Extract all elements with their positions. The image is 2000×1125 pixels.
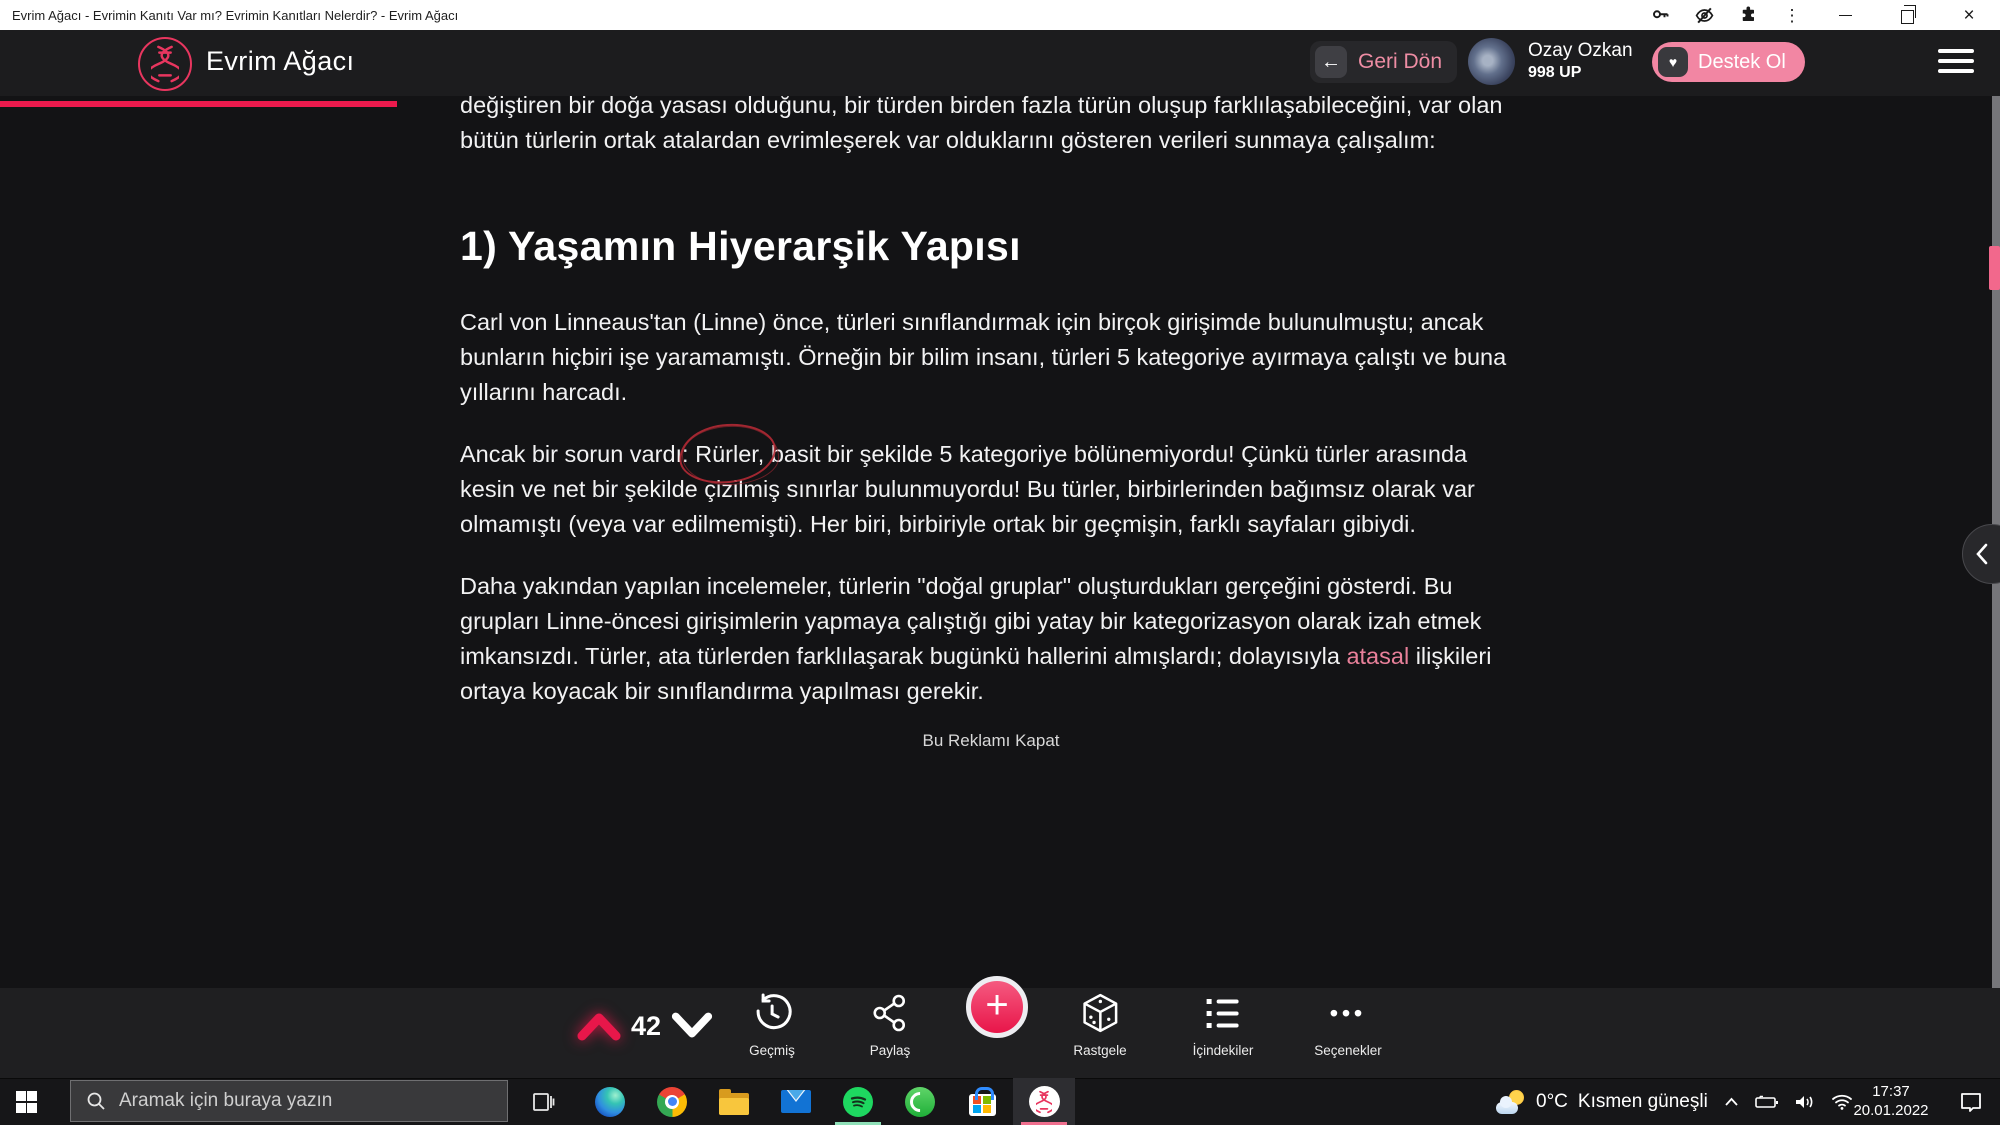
edge-icon: [595, 1087, 625, 1117]
section-heading: 1) Yaşamın Hiyerarşik Yapısı: [460, 222, 1522, 270]
article-body: değiştiren bir doğa yasası olduğunu, bir…: [460, 88, 1522, 758]
browser-menu-kebab-icon[interactable]: ⋮: [1770, 0, 1814, 30]
taskbar-clock[interactable]: 17:37 20.01.2022: [1845, 1082, 1937, 1120]
microsoft-store-icon: [969, 1094, 996, 1116]
file-explorer-icon: [719, 1093, 749, 1115]
eye-off-icon[interactable]: [1682, 0, 1726, 30]
paragraph-text: Ancak bir sorun vardı:: [460, 441, 695, 467]
tool-label: Geçmiş: [749, 1043, 795, 1058]
restore-icon: [1901, 10, 1914, 24]
battery-charging-icon[interactable]: [1754, 1095, 1779, 1109]
clock-time: 17:37: [1845, 1082, 1937, 1101]
task-view-button[interactable]: [518, 1078, 568, 1125]
hand-heart-icon: ♥: [1669, 55, 1677, 69]
scrollbar-thumb[interactable]: [1989, 246, 2000, 290]
back-button[interactable]: ← Geri Dön: [1310, 41, 1457, 83]
whatsapp-icon: [905, 1087, 935, 1117]
history-icon: [752, 992, 792, 1034]
taskbar-app-spotify[interactable]: [827, 1078, 889, 1125]
contents-list-icon: [1203, 992, 1243, 1034]
taskbar-search-input[interactable]: Aramak için buraya yazın: [70, 1080, 508, 1122]
site-header: Evrim Ağacı ← Geri Dön Ozay Ozkan 998 UP…: [0, 30, 2000, 96]
user-info[interactable]: Ozay Ozkan 998 UP: [1528, 40, 1633, 84]
taskbar-apps: [579, 1078, 1075, 1125]
create-plus-button[interactable]: +: [966, 976, 1028, 1038]
plus-icon: +: [985, 985, 1008, 1025]
extensions-puzzle-icon[interactable]: [1726, 0, 1770, 30]
support-button[interactable]: ♥ Destek Ol: [1652, 42, 1805, 82]
taskbar-app-evrim-agaci[interactable]: [1013, 1078, 1075, 1125]
volume-icon[interactable]: [1794, 1094, 1816, 1110]
password-key-icon[interactable]: [1638, 0, 1682, 30]
search-icon: [86, 1091, 106, 1111]
brand-title[interactable]: Evrim Ağacı: [206, 46, 354, 77]
close-ad-link[interactable]: Bu Reklamı Kapat: [460, 723, 1522, 758]
partly-sunny-icon: [1496, 1089, 1526, 1115]
weather-condition: Kısmen güneşli: [1578, 1091, 1708, 1113]
evrim-agaci-logo[interactable]: [138, 37, 192, 91]
back-button-label: Geri Dön: [1358, 50, 1442, 74]
side-panel-toggle-button[interactable]: [1962, 524, 2000, 584]
tray-overflow-chevron-icon[interactable]: [1724, 1097, 1739, 1107]
table-of-contents-button[interactable]: İçindekiler: [1193, 992, 1254, 1058]
paragraph-text: Daha yakından yapılan incelemeler, türle…: [460, 573, 1481, 669]
task-view-icon: [531, 1092, 555, 1112]
reading-progress-bar: [0, 101, 397, 107]
evrim-agaci-app-icon: [1029, 1086, 1060, 1117]
article-paragraph: Ancak bir sorun vardı: Rürler, basit bir…: [460, 437, 1522, 542]
back-arrow-icon: ←: [1321, 51, 1341, 74]
chrome-icon: [657, 1087, 687, 1117]
start-button[interactable]: [0, 1078, 52, 1125]
weather-temperature: 0°C: [1536, 1091, 1568, 1113]
taskbar-app-file-explorer[interactable]: [703, 1078, 765, 1125]
clock-date: 20.01.2022: [1845, 1101, 1937, 1120]
history-button[interactable]: Geçmiş: [749, 992, 795, 1058]
options-button[interactable]: ••• Seçenekler: [1314, 992, 1382, 1058]
search-placeholder: Aramak için buraya yazın: [119, 1090, 332, 1112]
random-article-button[interactable]: Rastgele: [1073, 992, 1126, 1058]
window-titlebar: Evrim Ağacı - Evrimin Kanıtı Var mı? Evr…: [0, 0, 2000, 30]
action-center-button[interactable]: [1946, 1078, 1996, 1125]
restore-button[interactable]: [1876, 0, 1938, 30]
tool-label: Seçenekler: [1314, 1043, 1382, 1058]
atasal-link[interactable]: atasal: [1346, 643, 1409, 669]
share-icon: [871, 992, 909, 1034]
share-button[interactable]: Paylaş: [870, 992, 911, 1058]
tool-label: Rastgele: [1073, 1043, 1126, 1058]
user-points-badge: 998 UP: [1528, 62, 1633, 84]
system-tray: [1724, 1078, 1853, 1125]
options-ellipsis-icon: •••: [1330, 992, 1366, 1034]
tool-label: İçindekiler: [1193, 1043, 1254, 1058]
vote-widget: 42: [576, 1010, 714, 1042]
random-cube-icon: [1081, 992, 1119, 1034]
taskbar-weather-widget[interactable]: 0°C Kısmen güneşli: [1496, 1078, 1708, 1125]
taskbar-app-edge[interactable]: [579, 1078, 641, 1125]
taskbar-app-microsoft-store[interactable]: [951, 1078, 1013, 1125]
dna-icon: [151, 45, 179, 83]
taskbar-app-whatsapp[interactable]: [889, 1078, 951, 1125]
article-paragraph: Carl von Linneaus'tan (Linne) önce, türl…: [460, 305, 1522, 410]
close-button[interactable]: ×: [1938, 0, 2000, 30]
user-avatar[interactable]: [1468, 38, 1515, 85]
hamburger-menu-icon[interactable]: [1938, 49, 1974, 73]
upvote-icon[interactable]: [576, 1010, 622, 1042]
mail-icon: [781, 1090, 811, 1113]
red-circle-annotation: Rürler,: [695, 437, 764, 472]
taskbar-app-mail[interactable]: [765, 1078, 827, 1125]
taskbar-app-chrome[interactable]: [641, 1078, 703, 1125]
user-name: Ozay Ozkan: [1528, 40, 1633, 62]
article-paragraph: değiştiren bir doğa yasası olduğunu, bir…: [460, 88, 1522, 158]
tool-label: Paylaş: [870, 1043, 911, 1058]
window-title: Evrim Ağacı - Evrimin Kanıtı Var mı? Evr…: [0, 8, 458, 23]
minimize-button[interactable]: [1814, 0, 1876, 30]
windows-logo-icon: [16, 1091, 37, 1112]
spotify-icon: [843, 1087, 873, 1117]
chevron-left-icon: [1972, 541, 1994, 567]
downvote-icon[interactable]: [670, 1010, 714, 1042]
support-button-label: Destek Ol: [1698, 51, 1786, 74]
notification-icon: [1959, 1091, 1983, 1113]
article-paragraph: Daha yakından yapılan incelemeler, türle…: [460, 569, 1522, 709]
minimize-icon: [1839, 15, 1852, 16]
vote-count: 42: [631, 1011, 661, 1042]
